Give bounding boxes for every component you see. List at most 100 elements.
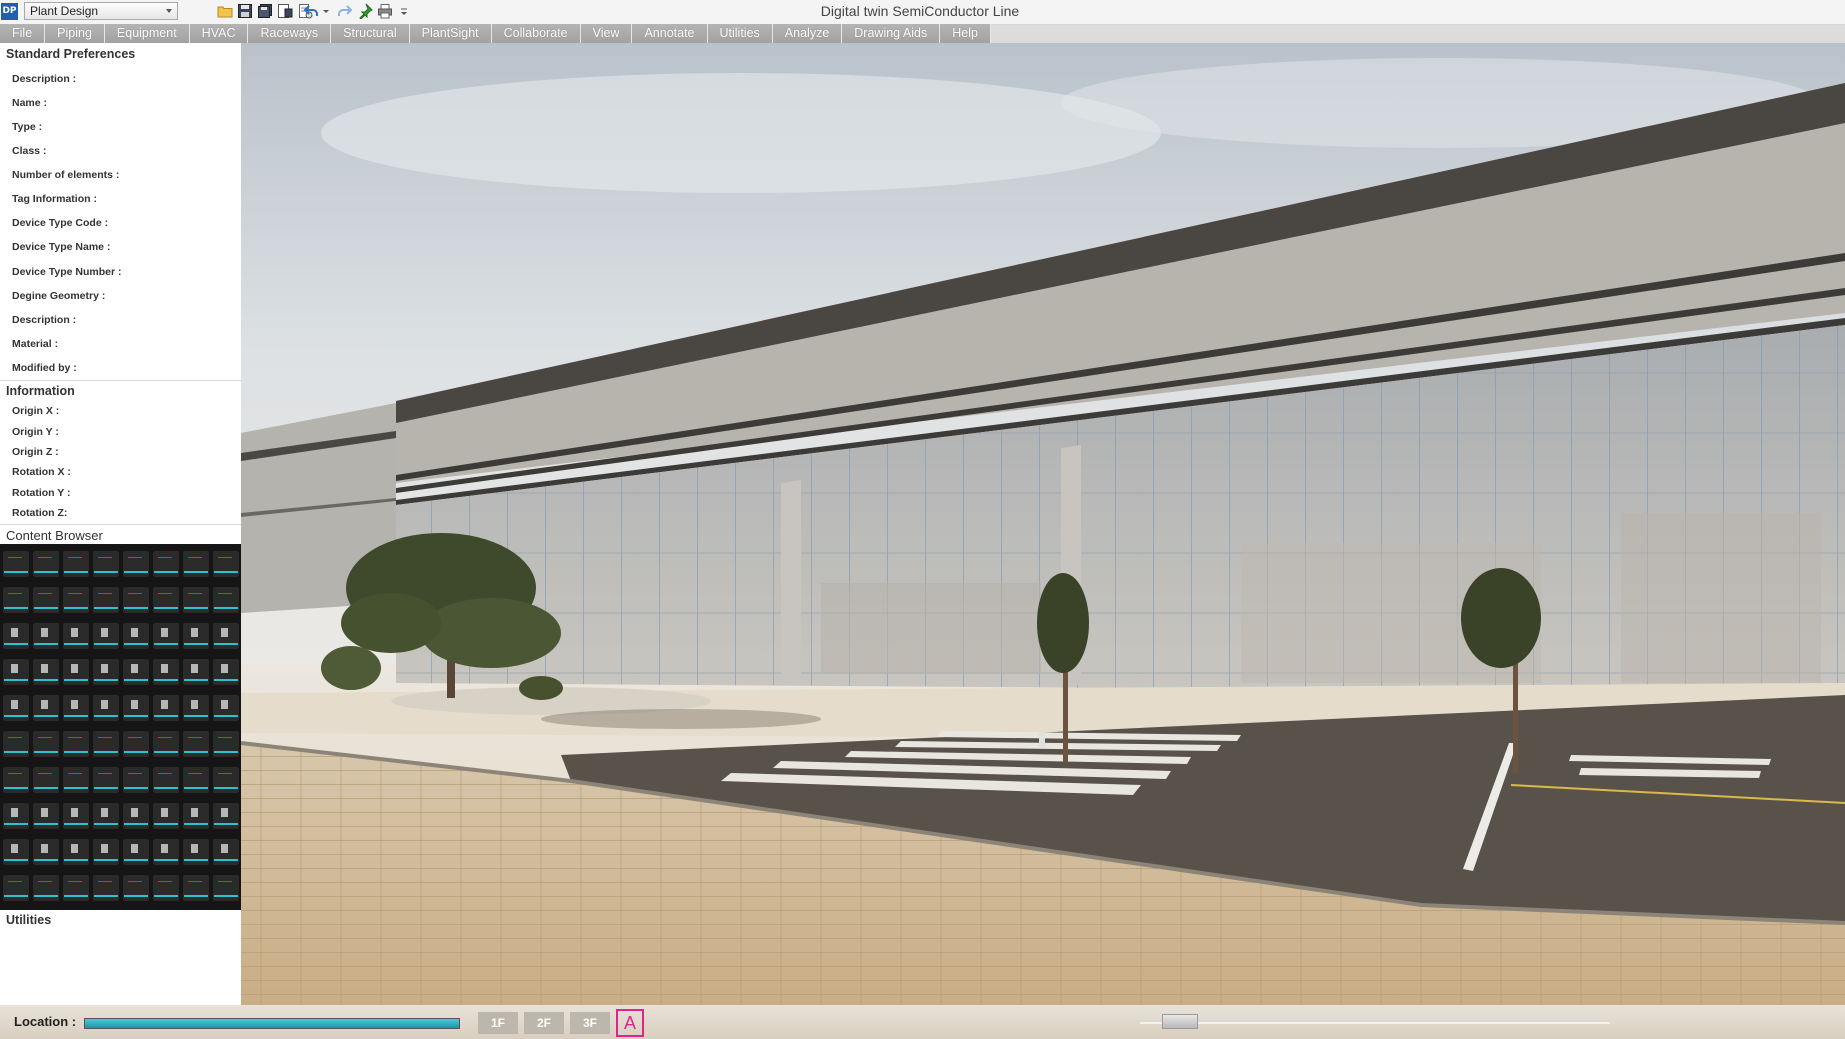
content-item-thumbnail[interactable] (213, 551, 239, 577)
content-item-thumbnail[interactable] (123, 551, 149, 577)
content-item-thumbnail[interactable] (213, 731, 239, 757)
content-item-thumbnail[interactable] (183, 731, 209, 757)
content-item-thumbnail[interactable] (123, 695, 149, 721)
floor-2f-button[interactable]: 2F (524, 1012, 564, 1034)
floor-3f-button[interactable]: 3F (570, 1012, 610, 1034)
content-item-thumbnail[interactable] (153, 623, 179, 649)
content-item-thumbnail[interactable] (3, 767, 29, 793)
workspace-dropdown[interactable]: Plant Design (24, 2, 178, 20)
content-item-thumbnail[interactable] (213, 839, 239, 865)
content-item-thumbnail[interactable] (3, 875, 29, 901)
view-slider-thumb[interactable] (1161, 1014, 1198, 1029)
content-item-thumbnail[interactable] (33, 839, 59, 865)
content-item-thumbnail[interactable] (183, 839, 209, 865)
content-item-thumbnail[interactable] (213, 695, 239, 721)
content-item-thumbnail[interactable] (213, 623, 239, 649)
content-item-thumbnail[interactable] (183, 551, 209, 577)
content-item-thumbnail[interactable] (63, 839, 89, 865)
content-item-thumbnail[interactable] (33, 731, 59, 757)
menu-structural[interactable]: Structural (331, 24, 410, 43)
content-item-thumbnail[interactable] (93, 587, 119, 613)
content-item-thumbnail[interactable] (213, 659, 239, 685)
content-item-thumbnail[interactable] (213, 587, 239, 613)
content-item-thumbnail[interactable] (63, 875, 89, 901)
view-slider-track[interactable] (1140, 1022, 1610, 1024)
content-item-thumbnail[interactable] (213, 767, 239, 793)
redo-icon[interactable] (337, 3, 355, 21)
content-item-thumbnail[interactable] (33, 695, 59, 721)
menu-utilities[interactable]: Utilities (707, 24, 773, 43)
content-item-thumbnail[interactable] (3, 659, 29, 685)
content-item-thumbnail[interactable] (63, 695, 89, 721)
content-item-thumbnail[interactable] (3, 731, 29, 757)
content-item-thumbnail[interactable] (213, 803, 239, 829)
content-item-thumbnail[interactable] (33, 587, 59, 613)
menu-analyze[interactable]: Analyze (772, 24, 843, 43)
content-item-thumbnail[interactable] (33, 875, 59, 901)
content-item-thumbnail[interactable] (153, 659, 179, 685)
content-item-thumbnail[interactable] (63, 659, 89, 685)
content-item-thumbnail[interactable] (93, 767, 119, 793)
content-item-thumbnail[interactable] (123, 587, 149, 613)
content-item-thumbnail[interactable] (33, 767, 59, 793)
content-item-thumbnail[interactable] (153, 803, 179, 829)
content-item-thumbnail[interactable] (33, 659, 59, 685)
content-item-thumbnail[interactable] (213, 875, 239, 901)
content-item-thumbnail[interactable] (3, 695, 29, 721)
content-item-thumbnail[interactable] (63, 623, 89, 649)
content-item-thumbnail[interactable] (183, 587, 209, 613)
content-item-thumbnail[interactable] (153, 695, 179, 721)
content-item-thumbnail[interactable] (63, 587, 89, 613)
content-item-thumbnail[interactable] (183, 695, 209, 721)
content-item-thumbnail[interactable] (93, 803, 119, 829)
floor-1f-button[interactable]: 1F (478, 1012, 518, 1034)
menu-annotate[interactable]: Annotate (632, 24, 708, 43)
undo-icon[interactable] (303, 3, 321, 21)
content-item-thumbnail[interactable] (93, 839, 119, 865)
content-item-thumbnail[interactable] (3, 839, 29, 865)
content-item-thumbnail[interactable] (153, 731, 179, 757)
menu-help[interactable]: Help (940, 24, 991, 43)
content-item-thumbnail[interactable] (63, 551, 89, 577)
content-item-thumbnail[interactable] (93, 731, 119, 757)
pin-icon[interactable] (357, 3, 375, 21)
content-item-thumbnail[interactable] (123, 767, 149, 793)
save-all-icon[interactable] (257, 3, 275, 21)
content-item-thumbnail[interactable] (63, 767, 89, 793)
content-item-thumbnail[interactable] (33, 803, 59, 829)
content-item-thumbnail[interactable] (3, 803, 29, 829)
content-item-thumbnail[interactable] (183, 623, 209, 649)
dropdown-icon[interactable] (322, 3, 330, 21)
content-item-thumbnail[interactable] (123, 659, 149, 685)
content-item-thumbnail[interactable] (153, 767, 179, 793)
content-item-thumbnail[interactable] (183, 767, 209, 793)
menu-hvac[interactable]: HVAC (189, 24, 249, 43)
content-item-thumbnail[interactable] (183, 803, 209, 829)
annotate-toggle-button[interactable]: A (616, 1009, 644, 1037)
content-item-thumbnail[interactable] (3, 587, 29, 613)
content-item-thumbnail[interactable] (63, 731, 89, 757)
content-item-thumbnail[interactable] (93, 875, 119, 901)
content-item-thumbnail[interactable] (3, 623, 29, 649)
content-item-thumbnail[interactable] (3, 551, 29, 577)
content-item-thumbnail[interactable] (123, 875, 149, 901)
menu-drawing-aids[interactable]: Drawing Aids (842, 24, 941, 43)
menu-piping[interactable]: Piping (45, 24, 105, 43)
save-icon[interactable] (237, 3, 255, 21)
content-item-thumbnail[interactable] (123, 731, 149, 757)
content-item-thumbnail[interactable] (93, 551, 119, 577)
content-item-thumbnail[interactable] (33, 623, 59, 649)
content-item-thumbnail[interactable] (33, 551, 59, 577)
menu-collaborate[interactable]: Collaborate (491, 24, 581, 43)
menu-view[interactable]: View (580, 24, 633, 43)
content-item-thumbnail[interactable] (183, 659, 209, 685)
content-item-thumbnail[interactable] (153, 875, 179, 901)
open-folder-icon[interactable] (217, 3, 235, 21)
content-item-thumbnail[interactable] (183, 875, 209, 901)
content-item-thumbnail[interactable] (93, 623, 119, 649)
menu-equipment[interactable]: Equipment (104, 24, 190, 43)
save-as-icon[interactable] (277, 3, 295, 21)
content-item-thumbnail[interactable] (153, 587, 179, 613)
more-icon[interactable] (400, 3, 408, 21)
3d-viewport[interactable] (241, 43, 1845, 1005)
